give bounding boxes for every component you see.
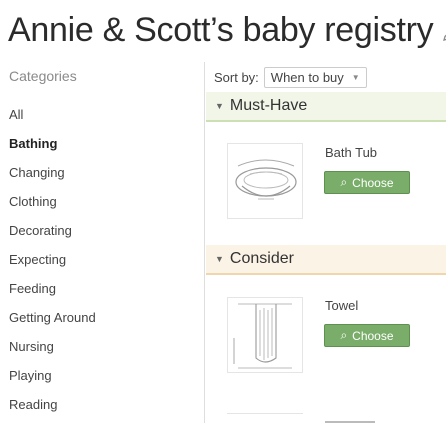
sort-label: Sort by: [214,69,259,85]
category-item-feeding[interactable]: Feeding [9,281,96,310]
category-item-clothing[interactable]: Clothing [9,194,96,223]
section-header-consider[interactable]: ▼ Consider [206,245,446,275]
category-item-playing[interactable]: Playing [9,368,96,397]
section-title: Must-Have [229,97,308,114]
categories-sidebar: Categories All Bathing Changing Clothing… [0,60,205,423]
category-item-reading[interactable]: Reading [9,397,96,423]
chevron-down-icon: ▼ [351,72,360,82]
choose-button-towel[interactable]: ⌕ Choose [324,324,410,347]
magnifier-icon: ⌕ [340,175,348,189]
category-item-all[interactable]: All [9,107,96,136]
bath-tub-sketch-icon [235,159,297,200]
category-item-decorating[interactable]: Decorating [9,223,96,252]
item-name-towel[interactable]: Towel [325,298,358,313]
category-item-changing[interactable]: Changing [9,165,96,194]
towel-sketch-icon [233,303,292,369]
sort-bar: Sort by: When to buy ▼ [214,66,367,88]
categories-heading: Categories [9,68,77,84]
title-row: Annie & Scott’s baby registry [8,4,446,56]
next-item-thumbnail-partial[interactable] [227,413,303,423]
next-item-name-partial [325,416,385,423]
triangle-down-icon: ▼ [215,101,224,111]
column-divider [204,62,205,423]
sort-select[interactable]: When to buy ▼ [263,66,367,88]
choose-button-bath-tub[interactable]: ⌕ Choose [324,171,410,194]
section-title: Consider [229,250,294,267]
choose-button-label: Choose [352,328,394,343]
magnifier-icon: ⌕ [340,328,348,342]
page-title: Annie & Scott’s baby registry [8,10,434,49]
category-item-nursing[interactable]: Nursing [9,339,96,368]
towel-thumbnail[interactable] [227,297,303,373]
item-name-bath-tub[interactable]: Bath Tub [325,145,377,160]
pencil-edit-icon[interactable] [441,27,446,43]
sort-value: When to buy [270,69,344,85]
triangle-down-icon: ▼ [215,254,224,264]
category-item-expecting[interactable]: Expecting [9,252,96,281]
category-item-bathing[interactable]: Bathing [9,136,96,165]
choose-button-label: Choose [352,175,394,190]
category-list: All Bathing Changing Clothing Decorating… [9,107,96,423]
category-item-getting-around[interactable]: Getting Around [9,310,96,339]
bath-tub-thumbnail[interactable] [227,143,303,219]
section-header-must-have[interactable]: ▼ Must-Have [206,92,446,122]
